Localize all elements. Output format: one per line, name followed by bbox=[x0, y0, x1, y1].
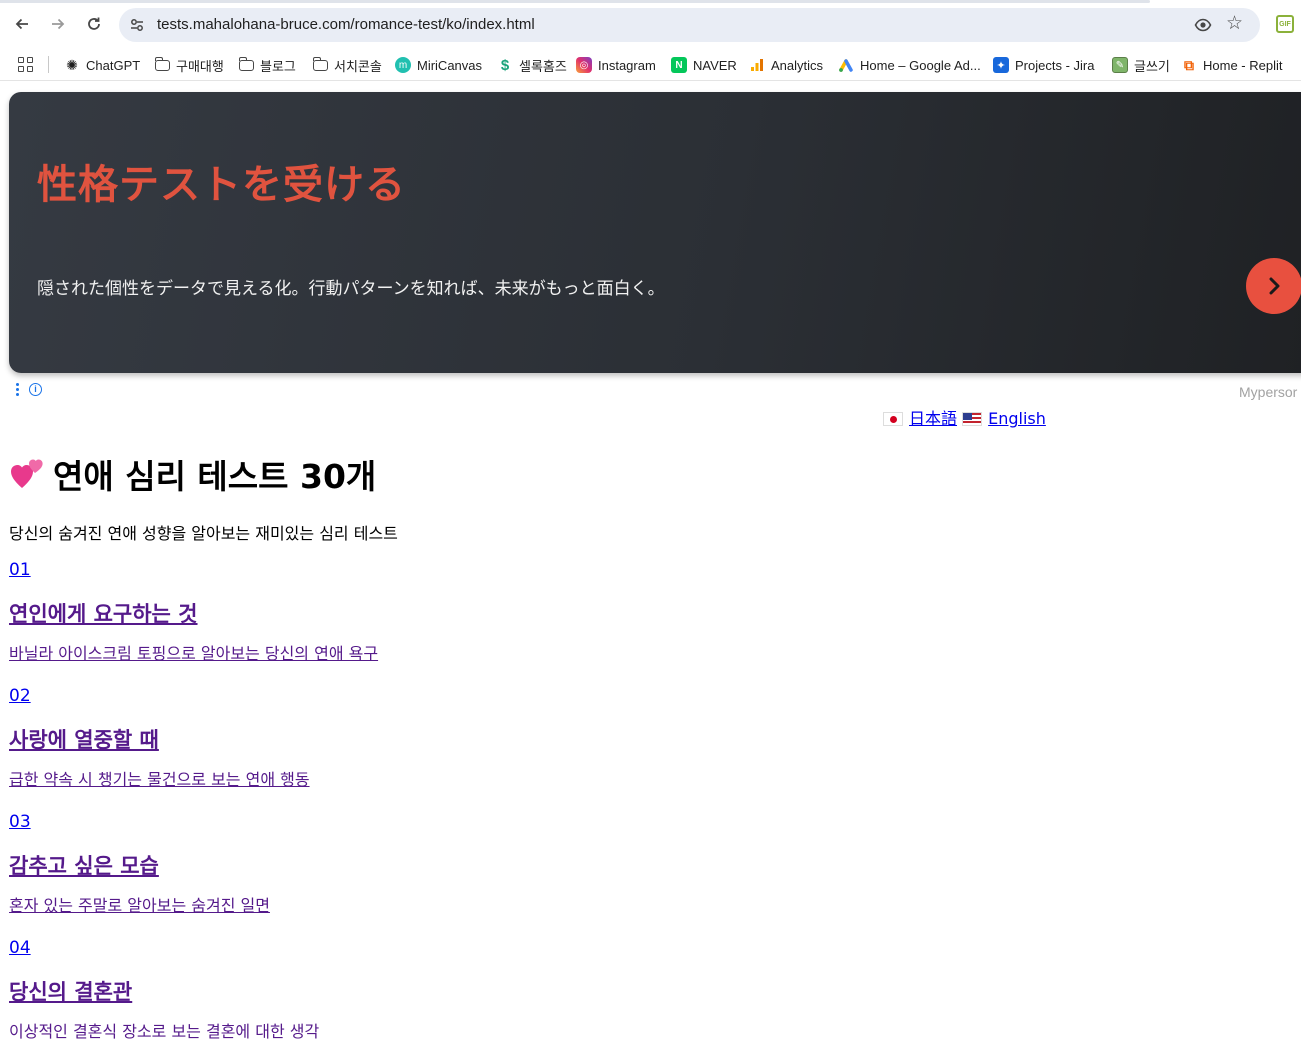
test-description-link[interactable]: 급한 약속 시 챙기는 물건으로 보는 연애 행동 bbox=[9, 764, 709, 810]
address-bar[interactable]: tests.mahalohana-bruce.com/romance-test/… bbox=[119, 8, 1260, 42]
bookmark-replit[interactable]: ⧉ Home - Replit bbox=[1181, 55, 1282, 75]
test-description-link[interactable]: 혼자 있는 주말로 알아보는 숨겨진 일면 bbox=[9, 890, 709, 936]
us-flag-icon bbox=[962, 412, 983, 426]
bookmark-folder-searchconsole[interactable]: 서치콘솔 bbox=[312, 55, 382, 75]
ad-banner[interactable]: 性格テストを受ける 隠された個性をデータで見える化。行動パターンを知れば、未来が… bbox=[9, 92, 1301, 373]
chevron-right-icon bbox=[1269, 277, 1280, 295]
site-settings-icon[interactable] bbox=[129, 17, 145, 33]
ad-brand-label[interactable]: Mypersor bbox=[1239, 384, 1297, 400]
bookmark-google-ads[interactable]: Home – Google Ad... bbox=[838, 55, 981, 75]
bookmark-label: 셀록홈즈 bbox=[519, 58, 567, 74]
chatgpt-icon: ✺ bbox=[66, 56, 78, 73]
bookmark-instagram[interactable]: ◎ Instagram bbox=[576, 55, 656, 75]
ad-title[interactable]: 性格テストを受ける bbox=[37, 152, 406, 210]
lang-english-label: English bbox=[988, 409, 1046, 428]
bookmark-label: 서치콘솔 bbox=[334, 58, 382, 74]
bookmark-naver[interactable]: N NAVER bbox=[671, 55, 737, 75]
bookmark-sellhomes[interactable]: $ 셀록홈즈 bbox=[497, 55, 567, 75]
test-number-link[interactable]: 03 bbox=[9, 810, 709, 842]
test-title-link[interactable]: 사랑에 열중할 때 bbox=[9, 716, 709, 764]
bookmarks-divider bbox=[48, 56, 49, 73]
reload-icon bbox=[88, 17, 100, 30]
two-hearts-icon bbox=[11, 459, 43, 488]
naver-icon: N bbox=[671, 57, 687, 73]
lang-japanese-label: 日本語 bbox=[909, 409, 958, 428]
folder-icon bbox=[154, 56, 170, 71]
bookmark-label: NAVER bbox=[693, 57, 737, 73]
japan-flag-icon bbox=[883, 412, 903, 426]
browser-toolbar: tests.mahalohana-bruce.com/romance-test/… bbox=[0, 0, 1301, 48]
bookmark-label: Home – Google Ad... bbox=[860, 57, 981, 73]
writing-icon: ✎ bbox=[1112, 57, 1128, 73]
arrow-left-icon bbox=[15, 18, 28, 30]
list-item: 03 감추고 싶은 모습 혼자 있는 주말로 알아보는 숨겨진 일면 bbox=[9, 810, 709, 936]
bookmark-writing[interactable]: ✎ 글쓰기 bbox=[1112, 55, 1170, 75]
bookmark-label: Instagram bbox=[598, 57, 656, 73]
bookmark-label: 구매대행 bbox=[176, 58, 224, 74]
lang-link-english[interactable]: English bbox=[962, 409, 1046, 428]
bookmark-folder-blog[interactable]: 블로그 bbox=[238, 55, 296, 75]
sellhomes-icon: $ bbox=[500, 56, 510, 74]
bookmark-jira[interactable]: ✦ Projects - Jira bbox=[993, 55, 1094, 75]
test-number-link[interactable]: 04 bbox=[9, 936, 709, 968]
ad-info-icon[interactable]: i bbox=[29, 383, 42, 396]
page-title-text: 연애 심리 테스트 30개 bbox=[53, 457, 377, 496]
back-button[interactable] bbox=[10, 12, 34, 36]
bookmark-chatgpt[interactable]: ✺ ChatGPT bbox=[64, 55, 140, 75]
test-number-link[interactable]: 01 bbox=[9, 558, 709, 590]
bookmark-label: Home - Replit bbox=[1203, 57, 1283, 73]
apps-grid-icon[interactable] bbox=[18, 57, 33, 72]
arrow-right-icon bbox=[52, 18, 65, 30]
jira-icon: ✦ bbox=[993, 57, 1009, 73]
folder-icon bbox=[238, 56, 254, 71]
bookmarks-bar: ✺ ChatGPT 구매대행 블로그 서치콘솔 m MiriCanvas $ 셀… bbox=[0, 48, 1301, 81]
bookmark-analytics[interactable]: Analytics bbox=[749, 55, 823, 75]
bookmark-label: MiriCanvas bbox=[417, 57, 483, 73]
bookmark-miricanvas[interactable]: m MiriCanvas bbox=[395, 55, 482, 75]
test-description-link[interactable]: 바닐라 아이스크림 토핑으로 알아보는 당신의 연애 욕구 bbox=[9, 638, 709, 684]
bookmark-label: 블로그 bbox=[260, 58, 296, 74]
url-text[interactable]: tests.mahalohana-bruce.com/romance-test/… bbox=[157, 16, 535, 33]
extension-icon[interactable]: GIF bbox=[1276, 15, 1294, 33]
ad-subtitle: 隠された個性をデータで見える化。行動パターンを知れば、未来がもっと面白く。 bbox=[37, 279, 665, 299]
test-description-link[interactable]: 이상적인 결혼식 장소로 보는 결혼에 대한 생각 bbox=[9, 1016, 709, 1062]
page-description: 당신의 숨겨진 연애 성향을 알아보는 재미있는 심리 테스트 bbox=[9, 524, 398, 543]
test-list: 01 연인에게 요구하는 것 바닐라 아이스크림 토핑으로 알아보는 당신의 연… bbox=[9, 558, 709, 1062]
ad-go-button[interactable] bbox=[1246, 258, 1301, 314]
bookmark-label: 글쓰기 bbox=[1134, 58, 1170, 74]
forward-button[interactable] bbox=[46, 12, 70, 36]
loading-progress-bar bbox=[0, 0, 1150, 3]
bookmark-star-icon[interactable]: ☆ bbox=[1226, 14, 1243, 34]
lang-link-japanese[interactable]: 日本語 bbox=[883, 409, 957, 428]
instagram-icon: ◎ bbox=[576, 57, 592, 73]
list-item: 02 사랑에 열중할 때 급한 약속 시 챙기는 물건으로 보는 연애 행동 bbox=[9, 684, 709, 810]
language-switcher: 日本語 English bbox=[883, 405, 1046, 429]
list-item: 04 당신의 결혼관 이상적인 결혼식 장소로 보는 결혼에 대한 생각 bbox=[9, 936, 709, 1062]
reload-button[interactable] bbox=[82, 12, 106, 36]
analytics-icon bbox=[749, 57, 765, 73]
bookmark-folder-purchase[interactable]: 구매대행 bbox=[154, 55, 224, 75]
test-number-link[interactable]: 02 bbox=[9, 684, 709, 716]
ad-options-icon[interactable] bbox=[15, 383, 21, 397]
eye-icon[interactable] bbox=[1194, 16, 1212, 34]
bookmark-label: Analytics bbox=[771, 57, 824, 73]
test-title-link[interactable]: 감추고 싶은 모습 bbox=[9, 842, 709, 890]
bookmark-label: ChatGPT bbox=[86, 57, 141, 73]
test-title-link[interactable]: 당신의 결혼관 bbox=[9, 968, 709, 1016]
page-title: 연애 심리 테스트 30개 bbox=[9, 450, 376, 498]
bookmark-label: Projects - Jira bbox=[1015, 57, 1095, 73]
replit-icon: ⧉ bbox=[1184, 56, 1194, 73]
google-ads-icon bbox=[838, 57, 854, 73]
folder-icon bbox=[312, 56, 328, 71]
miricanvas-icon: m bbox=[395, 57, 411, 73]
list-item: 01 연인에게 요구하는 것 바닐라 아이스크림 토핑으로 알아보는 당신의 연… bbox=[9, 558, 709, 684]
test-title-link[interactable]: 연인에게 요구하는 것 bbox=[9, 590, 709, 638]
